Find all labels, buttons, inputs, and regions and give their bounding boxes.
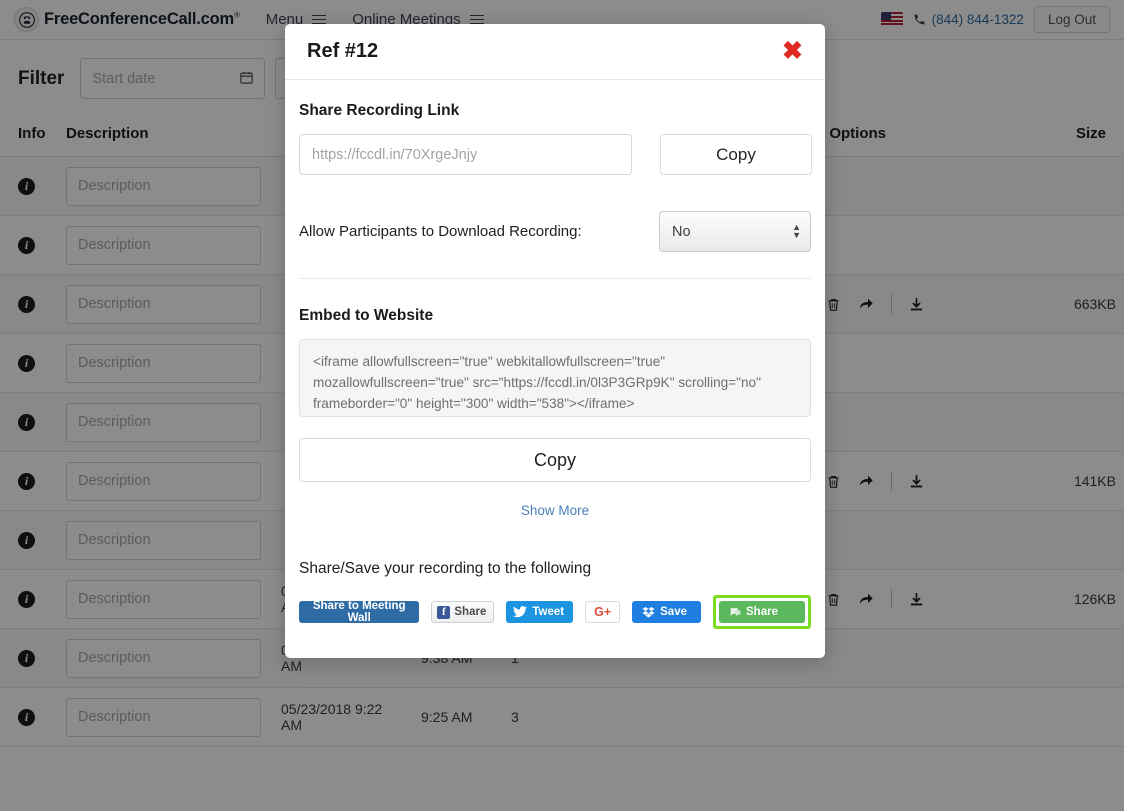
share-link-row: https://fccdl.in/70XrgeJnjy Copy [299,134,812,175]
google-plus-icon: G+ [594,605,612,619]
show-more-link[interactable]: Show More [299,503,811,518]
google-plus-share-button[interactable]: G+ [585,601,621,623]
facebook-share-button[interactable]: f Share [431,601,495,623]
green-share-label: Share [746,606,778,618]
twitter-bird-icon [513,606,528,618]
twitter-tweet-label: Tweet [532,606,565,618]
facebook-share-label: Share [454,606,487,618]
social-share-buttons: Share to Meeting Wall f Share Tweet G+ S… [299,595,811,637]
dropbox-save-label: Save [660,606,687,618]
share-link-input[interactable]: https://fccdl.in/70XrgeJnjy [299,134,632,175]
embed-heading: Embed to Website [299,307,434,324]
copy-embed-button[interactable]: Copy [299,438,811,482]
modal-header: Ref #12 ✖ [285,24,825,80]
allow-download-row: Allow Participants to Download Recording… [299,211,811,279]
share-recording-modal: Ref #12 ✖ Share Recording Link https://f… [285,24,825,658]
embed-section: Embed to Website <iframe allowfullscreen… [299,307,811,518]
share-to-meeting-wall-button[interactable]: Share to Meeting Wall [299,600,420,624]
share-link-value: https://fccdl.in/70XrgeJnjy [312,146,478,163]
dropbox-icon [642,607,655,618]
modal-body: Share Recording Link https://fccdl.in/70… [285,80,825,658]
twitter-tweet-button[interactable]: Tweet [506,601,574,623]
allow-download-value: No [672,223,691,240]
share-recording-link-heading: Share Recording Link [299,102,460,119]
embed-code-textarea[interactable]: <iframe allowfullscreen="true" webkitall… [299,339,811,417]
allow-download-select[interactable]: No ▲ ▼ [659,211,811,252]
page-root: FreeConferenceCall.com® Menu Online Meet… [0,0,1124,811]
highlighted-share-button-wrapper: Share [713,595,811,629]
facebook-icon: f [437,605,451,619]
share-speech-icon [730,607,741,616]
spinner-arrows-icon: ▲▼ [792,222,801,240]
green-share-button[interactable]: Share [719,601,805,623]
close-icon[interactable]: ✖ [782,39,803,64]
allow-download-label: Allow Participants to Download Recording… [299,223,582,240]
dropbox-save-button[interactable]: Save [632,601,701,623]
modal-title: Ref #12 [307,40,379,62]
copy-link-button[interactable]: Copy [660,134,812,175]
share-save-heading: Share/Save your recording to the followi… [299,560,592,577]
